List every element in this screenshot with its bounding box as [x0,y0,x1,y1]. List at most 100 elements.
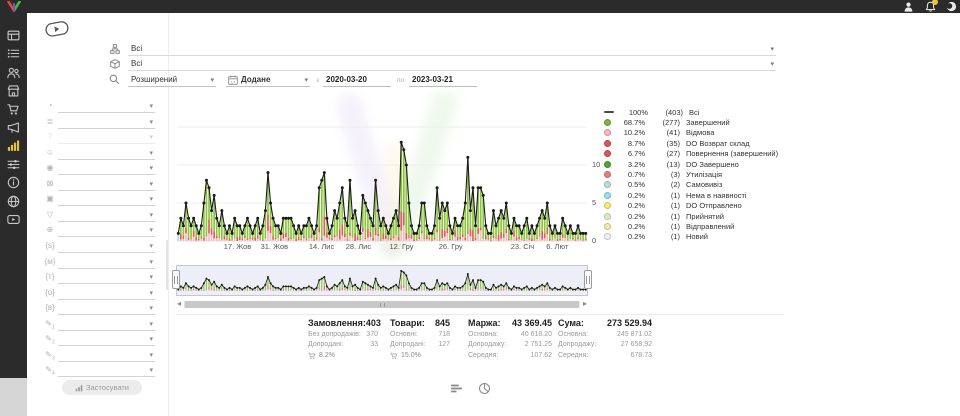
stats-sub-row: Допродажу:27 658.92 [558,341,652,348]
legend-item[interactable]: 6.7%(27)Повернення (завершений) [604,149,782,159]
legend-percent: 0.7% [615,170,645,179]
orders-chart[interactable] [176,103,588,248]
chevron-down-icon: ▾ [149,273,153,281]
category-tree-icon [110,44,120,54]
sidebar-item-dashboard[interactable] [7,29,20,42]
report-pie-icon[interactable] [478,382,491,395]
product-select[interactable]: Всі ▾ [128,57,776,71]
user-icon[interactable] [903,1,914,12]
orders-icon [7,47,20,60]
custom-field-2-filter-icon: ✎2 [43,334,57,346]
legend-item[interactable]: 68.7%(277)Завершений [604,117,782,127]
sidebar-item-settings[interactable] [7,158,20,171]
sidebar-item-statistics[interactable] [7,139,20,152]
sidebar-item-cart[interactable] [7,103,20,116]
legend-label: Нема в наявності [686,191,747,200]
legend-item[interactable]: 0.5%(2)Самовивіз [604,180,782,190]
category-select[interactable]: Всі ▾ [128,42,776,56]
sidebar-item-network[interactable] [7,195,20,208]
legend-label: Утилізація [686,170,722,179]
app-root: ◔▾≣▾?▾☺▾◉▾⊠▾▣▾▽▾⊕▾{s}▾{м}▾{т}▾{о}▾{в}▾✎1… [0,0,960,416]
funnel-filter-select[interactable]: ▾ [58,209,155,222]
legend-count: (1) [648,222,680,231]
status-filter-select[interactable]: ▾ [58,100,155,113]
custom-field-2-filter-select[interactable]: ▾ [58,333,155,346]
help-filter-select[interactable]: ▾ [58,131,155,144]
legend-item[interactable]: 0.2%(1)Новий [604,232,782,242]
source-filter-select[interactable]: ▾ [58,116,155,129]
status-filter-icon: ◔ [43,101,57,110]
search-icon[interactable] [109,74,120,85]
scroll-right-icon[interactable]: ▸ [583,299,587,308]
store-icon [7,84,20,97]
stats-title-label: Замовлення: [308,318,366,328]
legend-item[interactable]: 8.7%(35)DO Возврат склад [604,138,782,148]
search-mode-select[interactable]: Розширений ▾ [128,73,216,87]
brand-logo[interactable] [6,1,22,12]
legend-item[interactable]: 10.2%(41)Відмова [604,128,782,138]
field-m-filter-select[interactable]: ▾ [58,256,155,269]
search-mode-value: Розширений [131,75,177,84]
date-to-label: по [397,77,404,84]
field-t-filter-select[interactable]: ▾ [58,271,155,284]
date-from-input[interactable]: 2020-03-20 [323,73,391,87]
scrollbar-track[interactable] [184,301,580,308]
legend-item[interactable]: 100%(403)Всі [604,107,782,117]
stats-title: Замовлення:403 [308,318,378,328]
field-o-filter-select[interactable]: ▾ [58,287,155,300]
legend-swatch [604,181,611,188]
notifications-bell-icon[interactable] [925,1,936,12]
legend-label: Самовивіз [686,180,722,189]
navigator-right-handle[interactable] [584,270,592,289]
custom-field-3-filter-select[interactable]: ▾ [58,349,155,362]
sidebar-item-orders[interactable] [7,47,20,60]
field-v-filter-select[interactable]: ▾ [58,302,155,315]
delivery-filter-select[interactable]: ▾ [58,178,155,191]
stats-upsell-rate: 15.0% [390,352,450,360]
sidebar-item-info[interactable] [7,176,20,189]
site-filter-select[interactable]: ▾ [58,224,155,237]
sidebar-item-clients[interactable] [7,66,20,79]
legend-swatch [604,171,611,178]
stats-orders: Замовлення:403Без допродажів:370Допродан… [308,318,378,360]
legend-count: (41) [648,128,680,137]
image-filter-select[interactable]: ▾ [58,193,155,206]
stats-sub-label: Основна: [468,331,498,338]
help-filter-icon: ? [43,132,57,141]
legend-swatch [604,202,611,209]
sliders-icon [7,158,20,171]
legend-count: (1) [648,232,680,241]
legend-item[interactable]: 0.7%(3)Утилізація [604,169,782,179]
date-to-input[interactable]: 2023-03-21 [409,73,477,87]
payment-filter-select[interactable]: ▾ [58,162,155,175]
legend-item[interactable]: 0.2%(1)Прийнятий [604,211,782,221]
sidebar-item-marketing[interactable] [7,121,20,134]
stats-sub-label: Середня: [468,352,498,359]
legend-item[interactable]: 3.2%(13)DO Завершено [604,159,782,169]
legend-percent: 68.7% [615,118,645,127]
manager-filter-select[interactable]: ▾ [58,147,155,160]
stats-title-label: Товари: [390,318,425,328]
stats-sub-row: Середня:678.73 [558,352,652,359]
legend-item[interactable]: 0.2%(1)Нема в наявності [604,190,782,200]
product-select-value: Всі [131,59,142,68]
scroll-left-icon[interactable]: ◂ [177,299,181,308]
navigator-left-handle[interactable] [172,270,180,289]
payment-filter-icon: ◉ [43,163,57,172]
sidebar-item-store[interactable] [7,84,20,97]
apply-button[interactable]: Застосувати [62,380,142,395]
report-list-icon[interactable] [450,382,463,395]
sidebar-item-video[interactable] [7,213,20,226]
cart-icon [308,352,316,360]
chart-navigator[interactable] [176,265,588,296]
legend-item[interactable]: 0.2%(1)Відправлений [604,221,782,231]
field-s-filter-select[interactable]: ▾ [58,240,155,253]
profile-avatar-icon[interactable] [946,1,957,12]
scrollbar-thumb[interactable] [185,301,579,308]
custom-field-1-filter-select[interactable]: ▾ [58,318,155,331]
chevron-down-icon: ▾ [304,76,308,84]
date-type-select[interactable]: 17 Додане ▾ [226,73,310,87]
custom-field-4-filter-select[interactable]: ▾ [58,364,155,377]
panel-scrollbar[interactable] [166,240,168,290]
legend-item[interactable]: 0.2%(1)DO Отправлено [604,201,782,211]
